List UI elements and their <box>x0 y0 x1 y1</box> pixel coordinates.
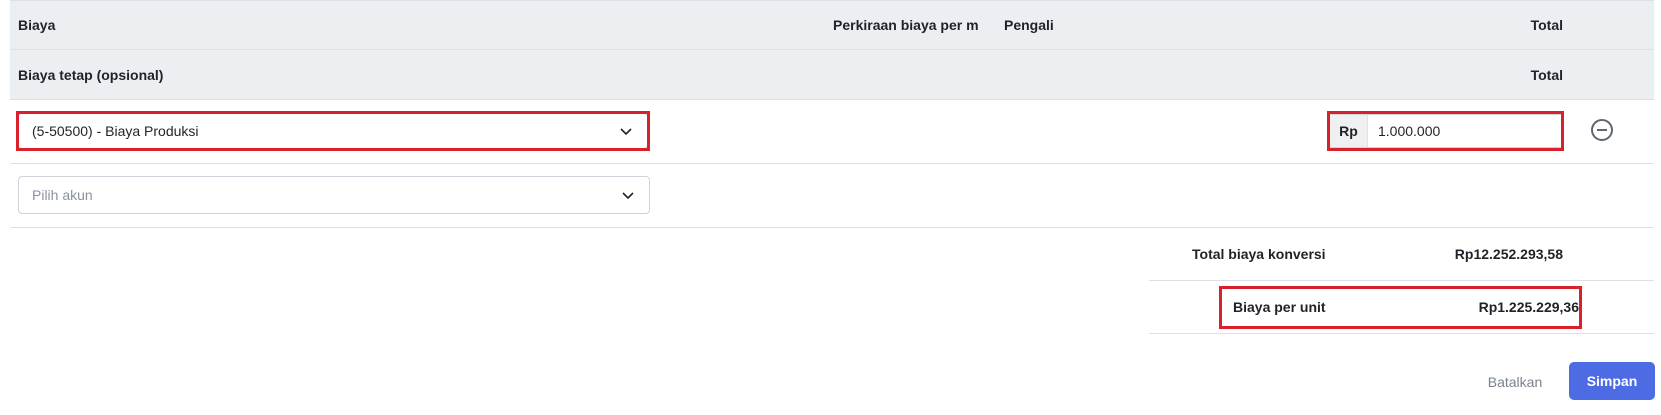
account-select-value: (5-50500) - Biaya Produksi <box>32 123 199 139</box>
remove-circle-icon[interactable] <box>1591 119 1613 141</box>
section-total-label: Total <box>1530 66 1563 83</box>
chevron-down-icon <box>622 192 634 200</box>
header-pengali: Pengali <box>1004 17 1054 33</box>
summary-unit-row: Biaya per unit Rp1.225.229,36 <box>1149 281 1654 334</box>
header-perkiraan-biaya: Perkiraan biaya per m <box>833 17 979 33</box>
account-picker-placeholder: Pilih akun <box>32 187 93 203</box>
unit-cost-value: Rp1.225.229,36 <box>1478 299 1579 315</box>
header-total: Total <box>1530 17 1563 33</box>
amount-input[interactable] <box>1368 115 1561 147</box>
amount-field[interactable]: Rp <box>1329 114 1562 148</box>
save-button[interactable]: Simpan <box>1569 362 1655 400</box>
currency-prefix: Rp <box>1330 115 1368 147</box>
section-header-fixed-costs: Biaya tetap (opsional) Total <box>10 50 1654 100</box>
summary-conversion-row: Total biaya konversi Rp12.252.293,58 <box>1149 228 1654 281</box>
account-select[interactable]: (5-50500) - Biaya Produksi <box>18 113 648 149</box>
chevron-down-icon <box>620 128 632 136</box>
conversion-value: Rp12.252.293,58 <box>1454 246 1563 262</box>
cancel-button[interactable]: Batalkan <box>1480 365 1550 399</box>
unit-cost-label: Biaya per unit <box>1233 299 1326 315</box>
table-header: Biaya Perkiraan biaya per m Pengali Tota… <box>10 0 1654 50</box>
conversion-label: Total biaya konversi <box>1192 246 1326 262</box>
header-biaya: Biaya <box>18 17 56 33</box>
section-title: Biaya tetap (opsional) <box>18 66 164 83</box>
account-picker[interactable]: Pilih akun <box>18 176 650 214</box>
